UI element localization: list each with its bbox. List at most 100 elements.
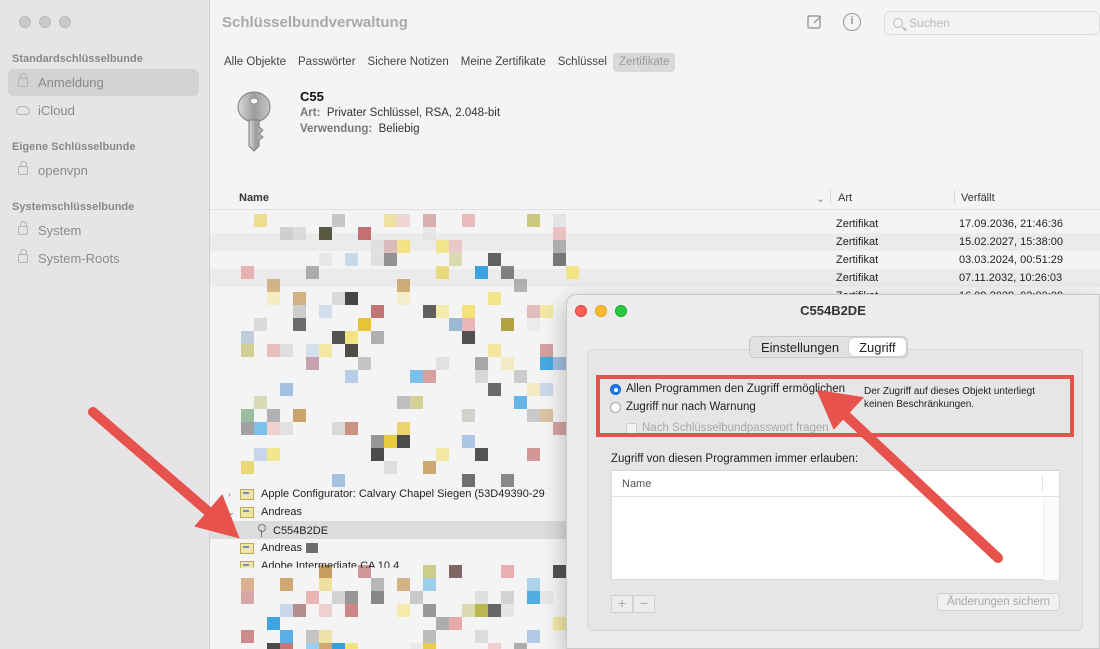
redaction-pixel — [371, 591, 384, 604]
redaction-pixel — [267, 292, 280, 305]
redaction-pixel — [436, 305, 449, 318]
tab-sichere-notizen[interactable]: Sichere Notizen — [362, 53, 455, 72]
list-item[interactable]: ⌄ Andreas — [228, 506, 302, 518]
window-minimize-button[interactable] — [39, 16, 51, 28]
redaction-pixel — [501, 266, 514, 279]
tab-zugriff[interactable]: Zugriff — [849, 338, 906, 356]
search-input[interactable] — [909, 16, 1079, 30]
redaction-pixel — [293, 604, 306, 617]
redaction-pixel — [449, 617, 462, 630]
save-changes-button[interactable]: Änderungen sichern — [937, 593, 1060, 611]
redaction-pixel — [423, 227, 436, 240]
redaction-pixel — [371, 435, 384, 448]
redaction-pixel — [501, 474, 514, 487]
redaction-pixel — [540, 344, 553, 357]
redaction-pixel — [527, 630, 540, 643]
redaction-pixel — [332, 292, 345, 305]
redaction-pixel — [436, 448, 449, 461]
sort-chevron-icon[interactable]: ⌄ — [816, 192, 825, 205]
row-expires: 07.11.2032, 10:26:03 — [959, 272, 1063, 284]
redaction-pixel — [254, 214, 267, 227]
redaction-pixel — [241, 409, 254, 422]
tab-alle-objekte[interactable]: Alle Objekte — [218, 53, 292, 72]
redaction-pixel — [332, 422, 345, 435]
sidebar-item-system[interactable]: System — [8, 217, 199, 244]
compose-icon[interactable] — [806, 13, 824, 31]
tab-meine-zertifikate[interactable]: Meine Zertifikate — [455, 53, 552, 72]
disclosure-icon[interactable]: › — [228, 490, 236, 499]
redaction-pixel — [319, 643, 332, 649]
tab-schluessel[interactable]: Schlüssel — [552, 53, 613, 72]
column-header-art[interactable]: Art — [838, 192, 852, 204]
disclosure-icon[interactable]: ⌄ — [228, 508, 236, 517]
redaction-pixel — [462, 409, 475, 422]
list-item-selected-key[interactable]: C554B2DE — [256, 524, 328, 537]
redaction-pixel — [501, 357, 514, 370]
table-row[interactable]: Zertifikat 03.03.2024, 00:51:29 — [210, 251, 1100, 269]
redaction-pixel — [306, 344, 319, 357]
redaction-pixel — [449, 240, 462, 253]
redaction-pixel — [462, 474, 475, 487]
redaction-pixel — [423, 643, 436, 649]
redaction-pixel — [553, 240, 566, 253]
redaction-pixel — [423, 305, 436, 318]
sidebar-item-system-roots[interactable]: System-Roots — [8, 245, 199, 272]
redaction-pixel — [514, 370, 527, 383]
item-label: Andreas — [261, 542, 302, 554]
sidebar-item-label: iCloud — [38, 103, 75, 118]
search-field[interactable] — [884, 11, 1100, 35]
tab-passwoerter[interactable]: Passwörter — [292, 53, 362, 72]
sidebar-item-anmeldung[interactable]: Anmeldung — [8, 69, 199, 96]
column-header-expires[interactable]: Verfällt — [961, 192, 995, 204]
sidebar-item-label: openvpn — [38, 163, 88, 178]
item-name: C55 — [300, 89, 324, 104]
table-row[interactable]: Zertifikat 15.02.2027, 15:38:00 — [210, 233, 1100, 251]
redaction-pixel — [410, 396, 423, 409]
redaction-pixel — [280, 344, 293, 357]
redaction-pixel — [293, 305, 306, 318]
list-item[interactable]: Andreas — [240, 542, 318, 554]
table-row[interactable]: Zertifikat 07.11.2032, 10:26:03 — [210, 269, 1100, 287]
key-icon — [256, 524, 266, 537]
add-program-button[interactable]: + — [611, 595, 633, 613]
redaction-pixel — [319, 578, 332, 591]
redaction-pixel — [397, 422, 410, 435]
list-item[interactable]: › Apple Configurator: Calvary Chapel Sie… — [228, 488, 545, 500]
redaction-pixel — [306, 643, 319, 649]
programs-scrollbar[interactable] — [1043, 498, 1059, 580]
sidebar-item-icloud[interactable]: iCloud — [8, 97, 199, 124]
redaction-pixel — [540, 409, 553, 422]
redaction-pixel — [475, 357, 488, 370]
safe-icon — [18, 249, 28, 263]
redaction-pixel — [475, 448, 488, 461]
redaction-pixel — [423, 630, 436, 643]
redaction-pixel — [280, 227, 293, 240]
redaction-pixel — [267, 279, 280, 292]
window-close-button[interactable] — [19, 16, 31, 28]
row-type: Zertifikat — [836, 254, 879, 266]
sidebar-item-openvpn[interactable]: openvpn — [8, 157, 199, 184]
redaction-pixel — [293, 409, 306, 422]
redaction-block — [305, 543, 318, 553]
redaction-pixel — [410, 591, 423, 604]
remove-program-button[interactable]: − — [633, 595, 655, 613]
tab-einstellungen[interactable]: Einstellungen — [751, 338, 849, 356]
programs-table[interactable]: Name — [611, 470, 1060, 580]
row-type: Zertifikat — [836, 236, 879, 248]
type-value: Privater Schlüssel, RSA, 2.048-bit — [326, 107, 501, 119]
redaction-pixel — [319, 630, 332, 643]
redaction-pixel — [241, 344, 254, 357]
redaction-pixel — [254, 422, 267, 435]
tab-zertifikate[interactable]: Zertifikate — [612, 53, 676, 72]
column-header-name[interactable]: Name — [239, 192, 269, 204]
redaction-pixel — [267, 448, 280, 461]
info-icon[interactable]: i — [843, 13, 861, 31]
redaction-pixel — [423, 214, 436, 227]
redaction-pixel — [306, 357, 319, 370]
redaction-pixel — [462, 318, 475, 331]
lock-icon — [18, 73, 28, 87]
programs-column-header[interactable]: Name — [612, 471, 1059, 497]
item-label: Andreas — [261, 506, 302, 518]
redaction-pixel — [267, 643, 280, 649]
window-zoom-button[interactable] — [59, 16, 71, 28]
